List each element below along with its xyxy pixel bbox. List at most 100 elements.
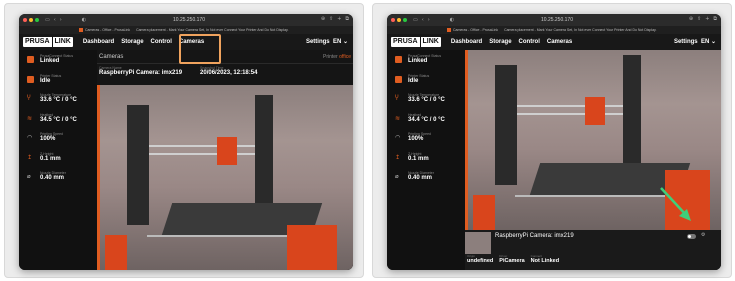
printer-indicator: Printer office <box>323 53 351 60</box>
url-bar[interactable]: 10.25.250.170 <box>129 16 249 24</box>
printer-frame-edge <box>97 85 100 270</box>
sidebar-item-z-height: ↥ Z-Height 0.1 mm <box>27 151 61 162</box>
printer-rail-upper <box>149 145 255 147</box>
camera-row-name: RaspberryPi Camera: imx219 <box>495 233 574 239</box>
share-icon[interactable]: ⇪ <box>697 16 701 22</box>
url-bar[interactable]: 10.25.250.170 <box>497 16 617 24</box>
heatbed-icon: ≋ <box>395 114 401 122</box>
language-selector[interactable]: EN <box>333 39 341 45</box>
settings-link[interactable]: Settings <box>674 39 698 45</box>
chevron-down-icon: ⌄ <box>342 39 348 45</box>
main-nav: Dashboard Storage Control Cameras <box>451 39 572 45</box>
app-header: PRUSA LINK Dashboard Storage Control Cam… <box>387 34 721 50</box>
browser-tab[interactable]: Cameras - Office - PrusaLink <box>447 28 498 33</box>
close-window-button[interactable] <box>23 18 27 22</box>
camera-snapshot-image[interactable] <box>97 85 353 270</box>
camera-row-meta: Origin undefined Driver PiCamera Connect No… <box>467 254 560 264</box>
printer-frame-edge <box>465 50 468 230</box>
camera-thumbnail[interactable] <box>465 232 491 254</box>
printer-rail-lower <box>517 113 623 115</box>
browser-tabbar: Cameras - Office - PrusaLink Camera plac… <box>387 26 721 34</box>
screenshot-panel-left: ▭ ‹ › ◐ 10.25.250.170 ⊕ ⇪ + ⧉ Cameras - … <box>4 3 364 278</box>
printer-foot <box>105 235 127 270</box>
download-icon[interactable]: ⊕ <box>321 16 325 22</box>
header-right: Settings EN ⌄ <box>674 38 716 45</box>
sidebar-item-speed: ◠ Printing Speed 100% <box>395 132 431 142</box>
z-height-icon: ↥ <box>27 153 33 161</box>
sidebar-item-heatbed: ≋ Heatbed 34.4 °C / 0 °C <box>395 112 445 123</box>
prusalink-logo[interactable]: PRUSA LINK <box>23 37 73 47</box>
minimize-window-button[interactable] <box>397 18 401 22</box>
status-sidebar: PrusaConnect Status Linked Printer Status… <box>387 50 465 270</box>
cameras-main: RaspberryPi Camera: imx219 ⚙ Origin undef… <box>465 50 721 270</box>
annotation-arrow-icon <box>660 187 691 221</box>
sidebar-item-nozzle-diameter: ⌀ Nozzle Diameter 0.40 mm <box>395 171 434 181</box>
printer-frame-left <box>495 65 517 185</box>
screenshot-panel-right: ▭ ‹ › ◐ 10.25.250.170 ⊕ ⇪ + ⧉ Cameras - … <box>372 3 732 278</box>
download-icon[interactable]: ⊕ <box>689 16 693 22</box>
browser-tab-notice[interactable]: Camera placement - Mark Your Camera Set,… <box>136 28 288 32</box>
back-icon[interactable]: ‹ <box>422 17 424 23</box>
printer-foot <box>473 195 495 230</box>
nav-control[interactable]: Control <box>519 39 540 45</box>
forward-icon[interactable]: › <box>428 17 430 23</box>
speed-icon: ◠ <box>27 134 33 141</box>
nav-control[interactable]: Control <box>151 39 172 45</box>
tabs-overview-icon[interactable]: ⧉ <box>345 16 349 22</box>
browser-tab-notice[interactable]: Camera placement - Mark Your Camera Set,… <box>504 28 656 32</box>
back-icon[interactable]: ‹ <box>54 17 56 23</box>
new-tab-icon[interactable]: + <box>337 16 341 22</box>
sidebar-item-printer-status: Printer Status Idle <box>395 74 465 94</box>
print-bed-edge <box>515 195 675 197</box>
share-icon[interactable]: ⇪ <box>329 16 333 22</box>
printer-status-icon <box>27 75 34 83</box>
sidebar-toggle-icon[interactable]: ▭ <box>45 17 50 23</box>
prusalink-logo[interactable]: PRUSA LINK <box>391 37 441 47</box>
browser-tabbar: Cameras - Office - PrusaLink Camera plac… <box>19 26 353 34</box>
minimize-window-button[interactable] <box>29 18 33 22</box>
gear-icon[interactable]: ⚙ <box>701 232 705 238</box>
prusa-favicon-icon <box>79 28 83 33</box>
shield-icon[interactable]: ◐ <box>82 17 86 23</box>
sidebar-item-nozzle-diameter: ⌀ Nozzle Diameter 0.40 mm <box>27 171 66 181</box>
snapshot-time: 20/06/2023, 12:18:54 <box>200 70 258 76</box>
nav-cameras[interactable]: Cameras <box>547 39 572 45</box>
forward-icon[interactable]: › <box>60 17 62 23</box>
status-sidebar: PrusaConnect Status Linked Printer Status… <box>19 50 97 270</box>
prusa-favicon-icon <box>447 28 451 33</box>
extruder <box>585 97 605 125</box>
chevron-down-icon: ⌄ <box>710 39 716 45</box>
nav-dashboard[interactable]: Dashboard <box>83 39 114 45</box>
new-tab-icon[interactable]: + <box>705 16 709 22</box>
tabs-overview-icon[interactable]: ⧉ <box>713 16 717 22</box>
nozzle-diameter-icon: ⌀ <box>395 173 399 180</box>
nav-storage[interactable]: Storage <box>121 39 143 45</box>
sidebar-item-speed: ◠ Printing Speed 100% <box>27 132 63 142</box>
camera-enable-toggle[interactable] <box>687 234 696 239</box>
printer-status-icon <box>395 75 402 83</box>
browser-tab[interactable]: Cameras - Office - PrusaLink <box>79 28 130 33</box>
nav-storage[interactable]: Storage <box>489 39 511 45</box>
sidebar-toggle-icon[interactable]: ▭ <box>413 17 418 23</box>
camera-name: RaspberryPi Camera: imx219 <box>99 70 183 76</box>
nozzle-icon: Ⴤ <box>395 95 399 102</box>
shield-icon[interactable]: ◐ <box>450 17 454 23</box>
connect-icon <box>395 56 402 63</box>
sidebar-item-z-height: ↥ Z-Height 0.1 mm <box>395 151 429 162</box>
maximize-window-button[interactable] <box>35 18 39 22</box>
camera-list-row[interactable]: RaspberryPi Camera: imx219 ⚙ Origin undef… <box>465 230 721 270</box>
close-window-button[interactable] <box>391 18 395 22</box>
nozzle-diameter-icon: ⌀ <box>27 173 31 180</box>
heatbed-icon: ≋ <box>27 114 33 122</box>
browser-window: ▭ ‹ › ◐ 10.25.250.170 ⊕ ⇪ + ⧉ Cameras - … <box>387 14 721 270</box>
printer-base <box>287 225 337 270</box>
browser-titlebar: ▭ ‹ › ◐ 10.25.250.170 ⊕ ⇪ + ⧉ <box>19 14 353 26</box>
cameras-highlight-box <box>179 34 221 64</box>
print-bed-edge <box>147 235 307 237</box>
page-title: Cameras <box>99 53 124 60</box>
nav-dashboard[interactable]: Dashboard <box>451 39 482 45</box>
printer-frame-left <box>127 105 149 225</box>
language-selector[interactable]: EN <box>701 39 709 45</box>
maximize-window-button[interactable] <box>403 18 407 22</box>
settings-link[interactable]: Settings <box>306 39 330 45</box>
